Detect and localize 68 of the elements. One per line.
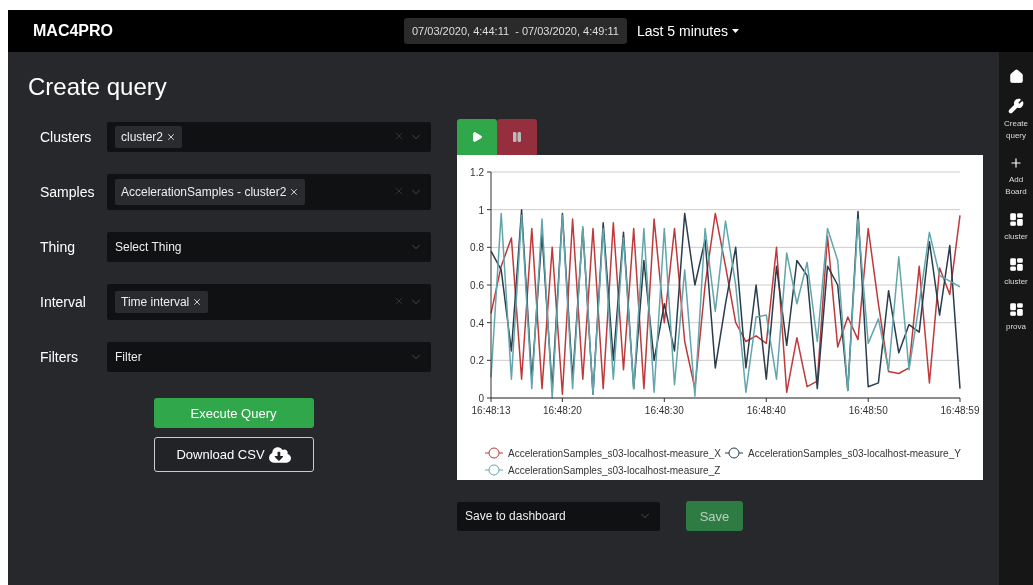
wrench-icon (1008, 98, 1024, 114)
download-csv-button[interactable]: Download CSV (153, 437, 314, 472)
select-field[interactable]: Time interval (107, 284, 431, 320)
tag-chip[interactable]: AccelerationSamples - cluster2 (115, 179, 306, 205)
remove-icon (192, 297, 203, 307)
field-label: Thing (40, 239, 77, 255)
legend-label: AccelerationSamples_s03-localhost-measure_Y (748, 448, 961, 459)
nav-label: cluster (1004, 231, 1028, 243)
nav-label: cluster (1004, 276, 1028, 288)
nav-item[interactable]: Add Board (999, 156, 1033, 198)
clear-icon (393, 130, 405, 142)
axis-tick-label: 16:48:59 (940, 405, 980, 416)
nav-item[interactable]: cluster (999, 212, 1033, 243)
axis-tick-label: 0.2 (470, 355, 484, 367)
field-label: Filters (40, 349, 80, 365)
dashboard-icon (1008, 257, 1024, 272)
page-title: Create query (28, 72, 168, 102)
select-field[interactable]: cluster2 (107, 122, 431, 152)
legend-symbol (484, 447, 504, 459)
field-label: Interval (40, 294, 87, 310)
select-placeholder: Select Thing (115, 240, 183, 254)
dashboard-select[interactable]: Save to dashboard (457, 501, 660, 531)
select-placeholder: Save to dashboard (465, 509, 567, 523)
axis-tick-label: 0 (478, 393, 484, 404)
plus-icon (1009, 156, 1023, 170)
caret-icon (732, 29, 739, 33)
remove-icon (289, 187, 300, 197)
nav-item[interactable]: prova (999, 302, 1033, 333)
axis-tick-label: 0.8 (470, 242, 484, 254)
axis-tick-label: 1.2 (470, 167, 484, 178)
axis-tick-label: 16:48:20 (542, 405, 582, 416)
axis-tick-label: 16:48:40 (746, 405, 786, 416)
nav-item[interactable]: Create query (999, 98, 1033, 142)
axis-tick-label: 16:48:50 (848, 405, 888, 416)
home-icon (1008, 69, 1024, 84)
axis-tick-label: 0.4 (470, 317, 484, 329)
legend-label: AccelerationSamples_s03-localhost-measure_Z (508, 465, 721, 476)
nav-label: Add Board (1004, 174, 1028, 198)
axis-tick-label: 16:48:13 (471, 405, 511, 416)
field-label: Clusters (40, 129, 93, 145)
play-icon (471, 131, 483, 143)
axis-tick-label: 1 (478, 204, 484, 216)
nav-label: prova (1006, 321, 1026, 333)
legend-label: AccelerationSamples_s03-localhost-measure_X (508, 448, 721, 459)
select-field[interactable]: Filter (107, 342, 431, 372)
nav-label: Create query (1003, 118, 1029, 142)
remove-icon (166, 132, 177, 142)
select-field[interactable]: Select Thing (107, 232, 431, 262)
play-button[interactable] (457, 119, 497, 155)
select-field[interactable]: AccelerationSamples - cluster2 (107, 174, 431, 210)
field-label: Samples (40, 184, 96, 200)
legend-symbol (724, 447, 744, 459)
nav-item[interactable]: cluster (999, 257, 1033, 288)
select-placeholder: Filter (115, 350, 143, 364)
dashboard-icon (1008, 302, 1024, 317)
tag-chip[interactable]: Time interval (115, 291, 209, 313)
axis-tick-label: 0.6 (470, 280, 484, 291)
brand-logo: MAC4PRO (33, 22, 114, 40)
legend-symbol (484, 464, 504, 476)
tag-chip[interactable]: cluster2 (115, 126, 183, 148)
dashboard-icon (1008, 212, 1024, 227)
clear-icon (393, 185, 405, 197)
time-range: 07/03/2020, 4:44:11 - 07/03/2020, 4:49:11 (404, 18, 627, 44)
range-dropdown[interactable]: Last 5 minutes (636, 23, 739, 39)
pause-button[interactable] (497, 119, 537, 155)
axis-tick-label: 16:48:30 (644, 405, 684, 416)
clear-icon (393, 295, 405, 307)
pause-icon (511, 131, 523, 143)
